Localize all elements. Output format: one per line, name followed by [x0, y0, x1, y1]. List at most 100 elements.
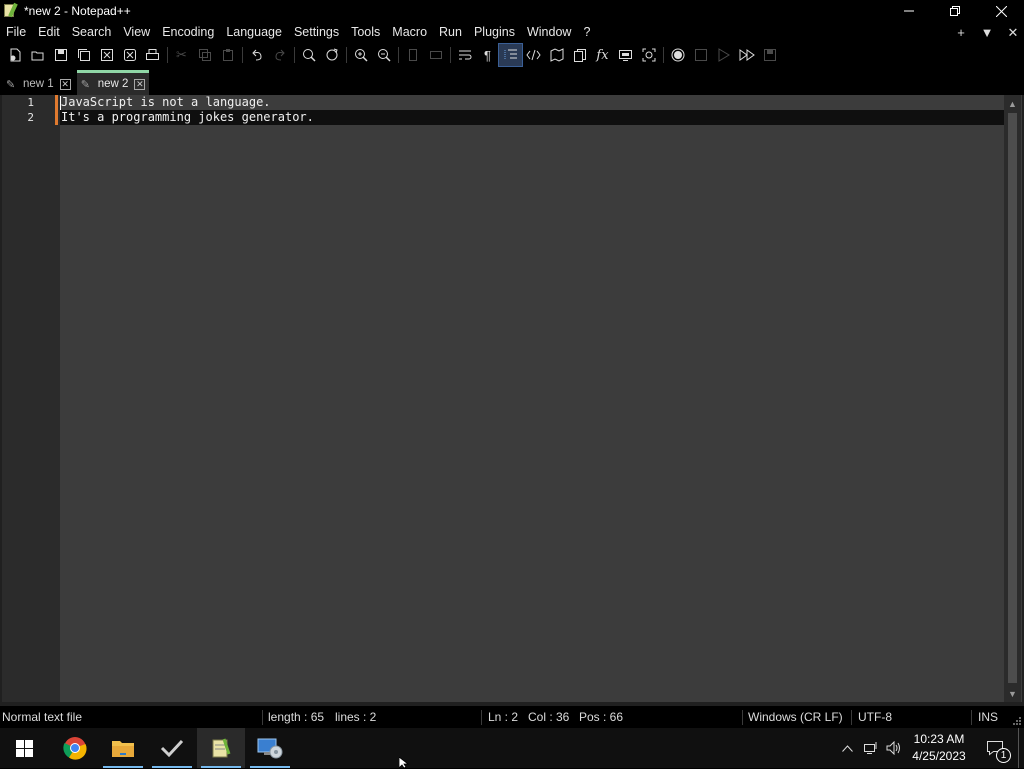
- network-icon[interactable]: [860, 728, 882, 768]
- windows-start-icon[interactable]: [0, 728, 48, 768]
- minimize-icon: [904, 10, 914, 12]
- plus-icon[interactable]: +: [954, 25, 968, 40]
- menu-search[interactable]: Search: [66, 22, 118, 43]
- minimize-button[interactable]: [886, 0, 932, 22]
- save-icon[interactable]: [49, 44, 72, 66]
- volume-icon[interactable]: [884, 728, 904, 768]
- scroll-down-icon[interactable]: ▼: [1004, 685, 1021, 702]
- chrome-icon[interactable]: [51, 728, 99, 768]
- vertical-scrollbar[interactable]: ▲ ▼: [1004, 95, 1021, 702]
- print-icon[interactable]: [141, 44, 164, 66]
- undo-icon[interactable]: [245, 44, 268, 66]
- tasks-check-icon[interactable]: [148, 728, 196, 768]
- indent-guide-icon[interactable]: [498, 43, 523, 67]
- paste-icon[interactable]: [216, 44, 239, 66]
- restore-icon: [950, 6, 960, 16]
- notification-center-icon[interactable]: 1: [982, 728, 1011, 768]
- sync-vertical-icon[interactable]: [401, 44, 424, 66]
- editor-area[interactable]: 1 2 JavaScript is not a language. It's a…: [2, 95, 1022, 702]
- menu-edit[interactable]: Edit: [32, 22, 66, 43]
- close-icon[interactable]: ✕: [1006, 25, 1020, 41]
- scroll-up-icon[interactable]: ▲: [1004, 95, 1021, 112]
- tab-label: new 2: [97, 78, 129, 90]
- text-line[interactable]: JavaScript is not a language.: [60, 95, 1004, 110]
- dropdown-arrow-icon[interactable]: ▼: [980, 25, 994, 40]
- status-divider: [971, 710, 972, 725]
- function-list-icon[interactable]: fx: [591, 44, 614, 66]
- notification-badge: 1: [996, 748, 1011, 763]
- menu-run[interactable]: Run: [433, 22, 468, 43]
- monitoring-icon[interactable]: [637, 44, 660, 66]
- status-length: length : 65: [268, 710, 325, 724]
- notepadpp-icon[interactable]: [197, 728, 245, 768]
- word-wrap-icon[interactable]: [453, 44, 476, 66]
- new-file-icon[interactable]: [3, 44, 26, 66]
- redo-icon[interactable]: [268, 44, 291, 66]
- zoom-out-icon[interactable]: [372, 44, 395, 66]
- line-number: 2: [27, 111, 34, 124]
- line-number: 1: [27, 96, 34, 109]
- document-list-icon[interactable]: [568, 44, 591, 66]
- notepadpp-window: *new 2 - Notepad++ File Edit Search View…: [0, 0, 1024, 769]
- folder-as-workspace-icon[interactable]: [614, 44, 637, 66]
- open-file-icon[interactable]: [26, 44, 49, 66]
- change-marker: [55, 95, 58, 110]
- status-mode[interactable]: INS: [978, 706, 998, 728]
- chevron-up-icon[interactable]: [838, 728, 856, 768]
- menu-encoding[interactable]: Encoding: [156, 22, 220, 43]
- menu-help[interactable]: ?: [577, 22, 596, 43]
- menu-plugins[interactable]: Plugins: [468, 22, 521, 43]
- show-desktop-button[interactable]: [1018, 728, 1024, 768]
- play-macro-icon[interactable]: [712, 44, 735, 66]
- replace-icon[interactable]: [320, 44, 343, 66]
- status-bar: Normal text file length : 65 lines : 2 L…: [0, 706, 1024, 728]
- copy-icon[interactable]: [193, 44, 216, 66]
- close-tab-icon[interactable]: ✕: [59, 78, 71, 90]
- close-file-icon[interactable]: [95, 44, 118, 66]
- status-encoding[interactable]: UTF-8: [858, 706, 892, 728]
- resize-grip-icon[interactable]: [1012, 716, 1022, 726]
- menu-view[interactable]: View: [117, 22, 156, 43]
- current-text-line[interactable]: It's a programming jokes generator.: [60, 110, 1004, 125]
- status-divider: [742, 710, 743, 725]
- network-settings-icon[interactable]: [246, 728, 294, 768]
- tab-new-1[interactable]: ✎ new 1 ✕: [2, 73, 75, 95]
- tab-bar: ✎ new 1 ✕ ✎ new 2 ✕: [0, 67, 1024, 95]
- close-tab-icon[interactable]: ✕: [134, 78, 146, 90]
- zoom-in-icon[interactable]: [349, 44, 372, 66]
- find-icon[interactable]: [297, 44, 320, 66]
- status-divider: [262, 710, 263, 725]
- text-area[interactable]: JavaScript is not a language. It's a pro…: [60, 95, 1004, 702]
- file-explorer-icon[interactable]: [99, 728, 147, 768]
- menu-tools[interactable]: Tools: [345, 22, 386, 43]
- system-clock[interactable]: 10:23 AM 4/25/2023: [908, 728, 970, 768]
- menu-settings[interactable]: Settings: [288, 22, 345, 43]
- close-all-icon[interactable]: [118, 44, 141, 66]
- record-macro-icon[interactable]: [666, 44, 689, 66]
- sync-horizontal-icon[interactable]: [424, 44, 447, 66]
- status-ln: Ln : 2: [488, 710, 519, 724]
- line-number-gutter: 1 2: [2, 95, 60, 702]
- restore-button[interactable]: [932, 0, 978, 22]
- show-all-characters-icon[interactable]: ¶: [476, 44, 499, 66]
- document-map-icon[interactable]: [545, 44, 568, 66]
- menu-file[interactable]: File: [0, 22, 32, 43]
- status-eol[interactable]: Windows (CR LF): [748, 706, 843, 728]
- close-window-button[interactable]: [978, 0, 1024, 22]
- notepadpp-icon: [2, 2, 18, 19]
- cut-icon[interactable]: ✂: [170, 44, 193, 66]
- window-title: *new 2 - Notepad++: [24, 4, 131, 18]
- save-all-icon[interactable]: [72, 44, 95, 66]
- menu-language[interactable]: Language: [220, 22, 288, 43]
- menu-macro[interactable]: Macro: [386, 22, 433, 43]
- menu-window[interactable]: Window: [521, 22, 577, 43]
- save-macro-icon[interactable]: [758, 44, 781, 66]
- run-macro-multiple-icon[interactable]: [735, 44, 758, 66]
- stop-recording-icon[interactable]: [689, 44, 712, 66]
- scrollbar-thumb[interactable]: [1008, 113, 1017, 683]
- language-icon[interactable]: [522, 44, 545, 66]
- clock-time: 10:23 AM: [913, 732, 965, 746]
- change-marker: [55, 110, 58, 125]
- tab-new-2[interactable]: ✎ new 2 ✕: [76, 70, 150, 95]
- toolbar: ✂ ¶ fx: [0, 43, 1024, 67]
